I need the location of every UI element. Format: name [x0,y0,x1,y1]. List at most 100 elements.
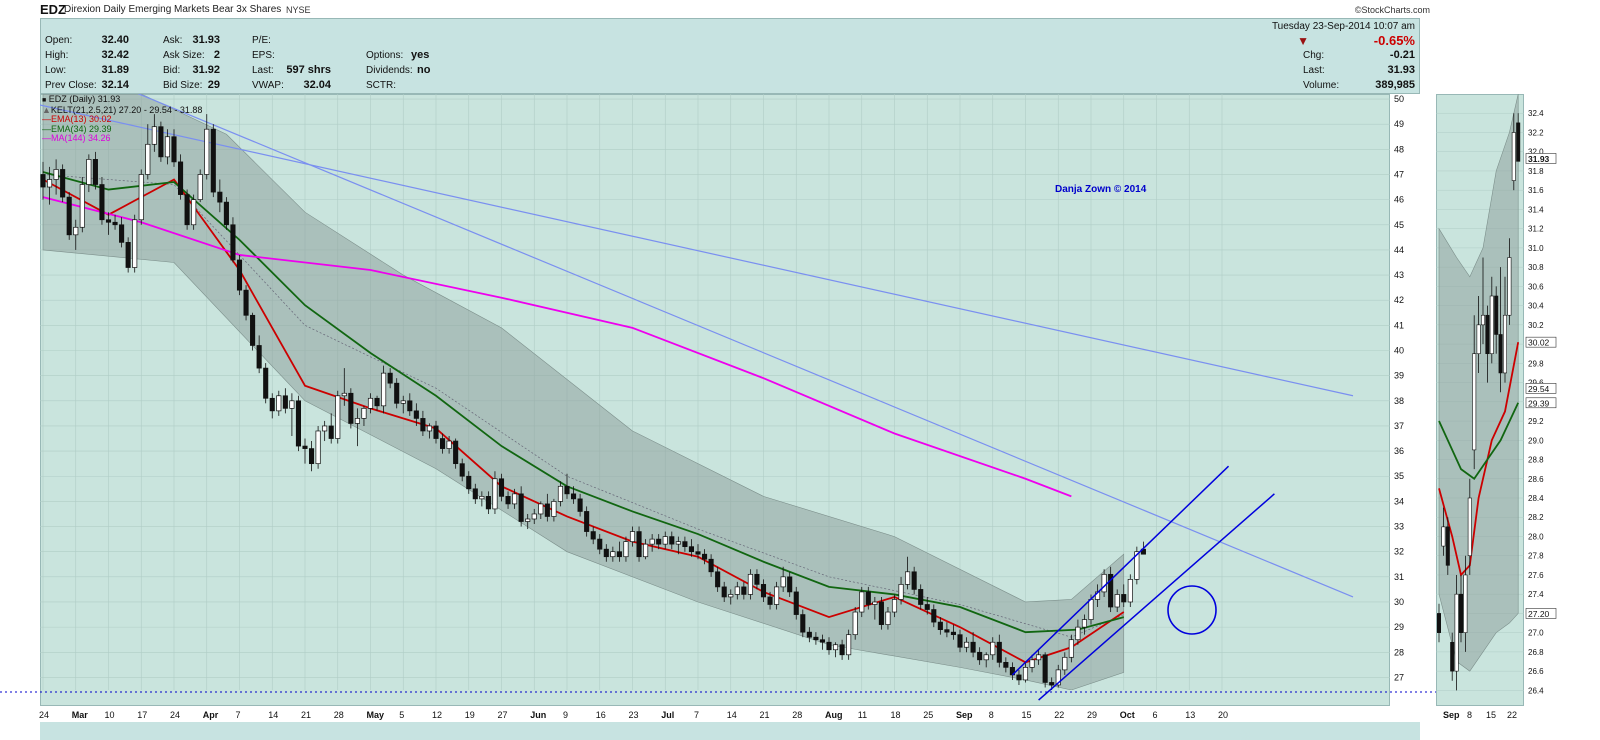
lower-panel-strip [40,722,1420,740]
y-tick-label: 37 [1394,421,1404,431]
x-tick-label: 16 [596,710,606,720]
inset-y-tick-label: 31.4 [1528,205,1544,214]
x-tick-label: Sep [956,710,973,720]
inset-y-tick-label: 27.0 [1528,629,1544,638]
legend-price-text: EDZ (Daily) 31.93 [48,94,121,104]
y-tick-label: 38 [1394,396,1404,406]
change-value: -0.21 [1389,49,1415,61]
y-tick-label: 33 [1394,522,1404,532]
inset-y-tick-label: 28.6 [1528,475,1544,484]
x-tick-label: 29 [1087,710,1097,720]
legend-ema13-text: EMA(13) 30.02 [51,114,112,124]
y-tick-label: 46 [1394,195,1404,205]
dividends-label: Dividends: [366,65,413,76]
x-tick-label: 18 [891,710,901,720]
prev-close-value: 32.14 [101,79,129,91]
inset-y-tick-label: 29.6 [1528,379,1544,388]
x-tick-label: 20 [1218,710,1228,720]
y-tick-label: 41 [1394,320,1404,330]
ticker-symbol: EDZ [40,2,66,17]
inset-x-tick-label: 15 [1486,710,1496,720]
inset-y-tick-label: 30.6 [1528,282,1544,291]
y-tick-label: 36 [1394,446,1404,456]
inset-tag-box [1525,397,1557,409]
x-tick-label: 15 [1022,710,1032,720]
x-tick-label: 14 [268,710,278,720]
low-value: 31.89 [101,64,129,76]
x-tick-label: 5 [399,710,404,720]
x-tick-label: 19 [465,710,475,720]
y-tick-label: 40 [1394,346,1404,356]
inset-x-tick-label: 8 [1467,710,1472,720]
inset-y-tick-label: 31.0 [1528,244,1544,253]
y-tick-label: 44 [1394,245,1404,255]
legend-ema34-text: EMA(34) 29.39 [51,123,112,134]
inset-y-tick-label: 31.6 [1528,186,1544,195]
y-tick-label: 45 [1394,220,1404,230]
chart-legend: ■ EDZ (Daily) 31.93 ▲KELT(21,2.5,21) 27.… [42,94,202,144]
y-tick-label: 49 [1394,119,1404,129]
legend-ma144-text: MA(144) 34.26 [51,133,111,143]
volume-value: 389,985 [1375,79,1415,91]
y-tick-label: 42 [1394,295,1404,305]
last-price-label: Last: [1303,65,1325,76]
inset-value-tag: 30.02 [1525,336,1557,348]
x-tick-label: 7 [236,710,241,720]
x-tick-label: 28 [792,710,802,720]
bid-label: Bid: [163,65,181,76]
percent-change: -0.65% [1373,33,1415,48]
brand-credit: ©StockCharts.com [1354,5,1430,15]
pe-label: P/E: [252,35,271,46]
inset-tag-text: 29.54 [1528,384,1550,394]
inset-tag-box [1525,336,1557,348]
inset-y-tick-label: 30.0 [1528,340,1544,349]
exchange-label: NYSE [286,5,311,15]
x-tick-label: 6 [1153,710,1158,720]
quote-date: Tuesday 23-Sep-2014 10:07 am [1271,21,1415,32]
x-tick-label: 7 [694,710,699,720]
inset-y-tick-label: 29.8 [1528,359,1544,368]
open-label: Open: [45,35,73,46]
y-tick-label: 39 [1394,371,1404,381]
x-tick-label: 13 [1185,710,1195,720]
volume-label: Volume: [1303,80,1340,91]
y-tick-label: 35 [1394,471,1404,481]
x-tick-label: May [367,710,385,720]
inset-value-tag: 31.93 [1525,153,1557,164]
inset-tag-box [1525,153,1557,164]
inset-price-panel [1436,94,1524,706]
x-tick-label: 21 [301,710,311,720]
y-tick-label: 30 [1394,597,1404,607]
x-tick-label: 23 [629,710,639,720]
inset-y-tick-label: 26.6 [1528,667,1544,676]
inset-tag-box [1525,608,1557,619]
vwap-value: 32.04 [303,79,331,91]
vwap-label: VWAP: [252,80,284,91]
inset-y-tick-label: 32.0 [1528,148,1544,157]
inset-y-tick-label: 28.0 [1528,532,1544,541]
chart-header: EDZ Direxion Daily Emerging Markets Bear… [0,0,1600,18]
bid-value: 31.92 [192,64,220,76]
inset-tag-text: 30.02 [1528,338,1550,348]
prev-close-label: Prev Close: [45,80,97,91]
inset-x-tick-label: 22 [1507,710,1517,720]
main-price-panel [40,94,1390,706]
y-tick-label: 34 [1394,496,1404,506]
change-label: Chg: [1303,50,1325,61]
y-tick-label: 43 [1394,270,1404,280]
eps-label: EPS: [252,50,275,61]
x-tick-label: 24 [170,710,180,720]
ask-size-value: 2 [213,49,220,61]
bid-size-value: 29 [207,79,220,91]
inset-value-tag: 27.20 [1525,608,1557,619]
inset-y-tick-label: 30.2 [1528,321,1544,330]
x-tick-label: 17 [137,710,147,720]
x-tick-label: 14 [727,710,737,720]
x-tick-label: 25 [923,710,933,720]
ask-label: Ask: [163,35,183,46]
quote-panel: Open: 32.40 High: 32.42 Low: 31.89 Prev … [40,18,1420,94]
inset-tag-text: 29.39 [1528,398,1550,408]
inset-y-tick-label: 31.2 [1528,225,1544,234]
high-label: High: [45,50,69,61]
x-tick-label: 12 [432,710,442,720]
